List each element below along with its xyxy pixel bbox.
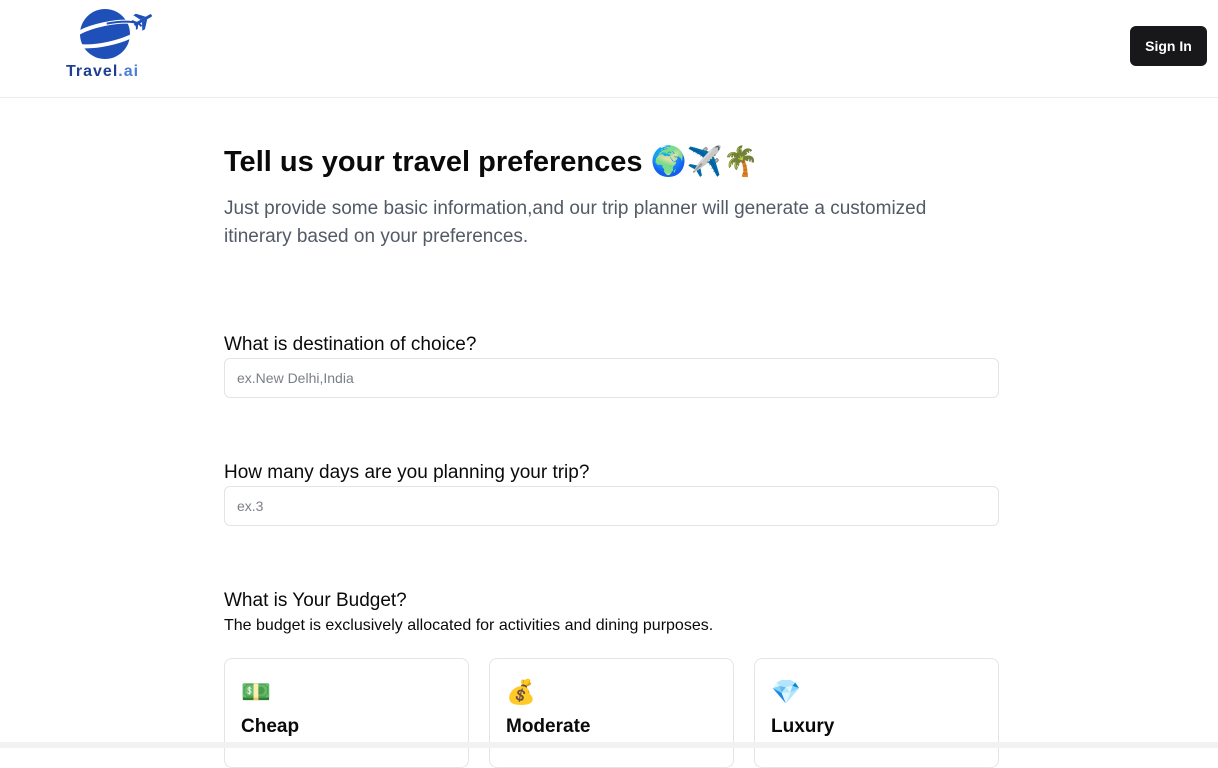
budget-option-title: Moderate (506, 716, 591, 737)
days-input[interactable] (224, 486, 999, 526)
budget-option-title: Cheap (241, 716, 300, 737)
travel-ai-logo[interactable]: Travel.ai (64, 6, 160, 86)
budget-option-luxury[interactable]: 💎 Luxury (754, 658, 999, 768)
budget-option-title: Luxury (771, 716, 835, 737)
logo-text: Travel (66, 63, 119, 80)
budget-label: What is Your Budget? (224, 590, 407, 611)
page-subtitle: Just provide some basic information,and … (224, 198, 927, 247)
cash-icon: 💵 (241, 679, 271, 706)
sign-in-button[interactable]: Sign In (1130, 26, 1207, 66)
diamond-icon: 💎 (771, 679, 801, 706)
page-bottom-edge (0, 742, 1218, 748)
page-title: Tell us your travel preferences 🌍✈️🌴 (224, 146, 759, 178)
logo-suffix: .ai (118, 63, 140, 80)
days-label: How many days are you planning your trip… (224, 462, 590, 483)
budget-note: The budget is exclusively allocated for … (224, 617, 714, 634)
globe-plane-icon (68, 9, 152, 59)
destination-label: What is destination of choice? (224, 334, 477, 355)
budget-option-moderate[interactable]: 💰 Moderate (489, 658, 734, 768)
logo-wordmark: Travel.ai (66, 63, 139, 81)
top-header: Travel.ai Sign In (0, 0, 1218, 98)
budget-option-cheap[interactable]: 💵 Cheap (224, 658, 469, 768)
money-bag-icon: 💰 (506, 679, 536, 706)
destination-input[interactable] (224, 358, 999, 398)
